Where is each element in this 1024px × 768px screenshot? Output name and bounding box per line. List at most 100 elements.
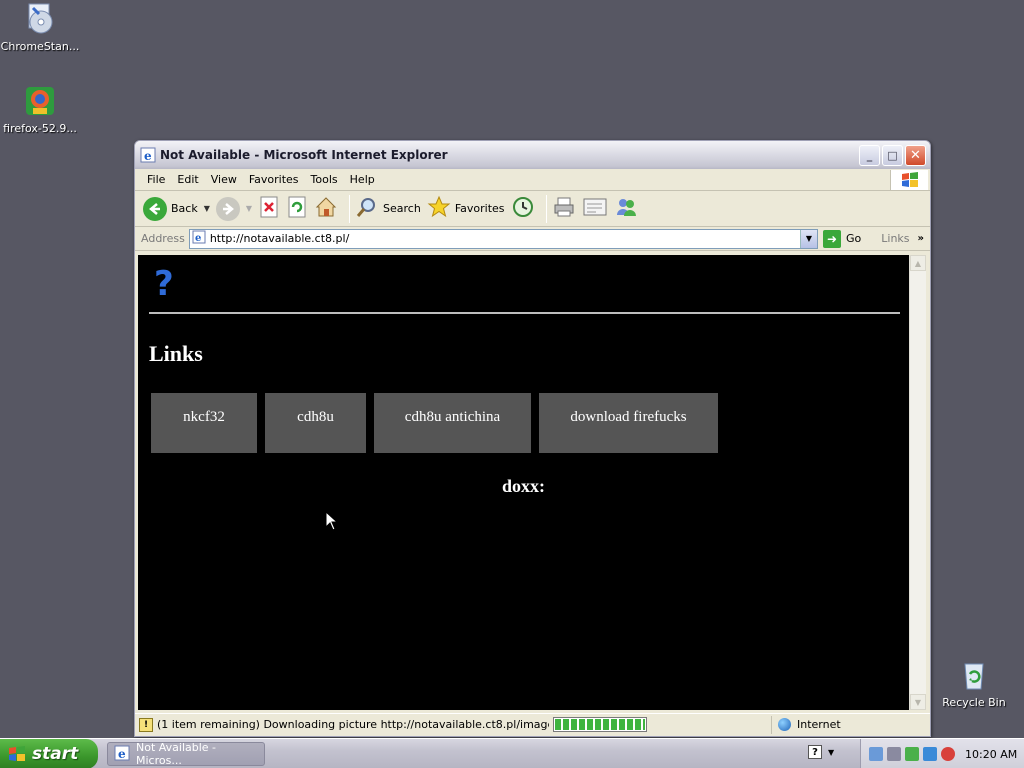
- maximize-icon: □: [887, 148, 898, 162]
- toolbar-separator: [349, 194, 351, 223]
- minimize-button[interactable]: _: [859, 144, 880, 166]
- start-button[interactable]: start: [0, 739, 98, 768]
- stop-button[interactable]: [258, 195, 280, 222]
- print-button[interactable]: [552, 195, 576, 222]
- home-button[interactable]: [314, 195, 338, 222]
- address-dropdown-icon[interactable]: ▼: [800, 229, 817, 248]
- desktop-icon-chromestandalone[interactable]: ChromeStan...: [0, 2, 80, 53]
- status-bar: ! (1 item remaining) Downloading picture…: [135, 713, 930, 735]
- page-viewport: ? Links nkcf32 cdh8u cdh8u antichina dow…: [138, 255, 909, 710]
- horizontal-rule: [149, 312, 900, 314]
- link-button-cdh8u[interactable]: cdh8u: [265, 393, 366, 453]
- maximize-button[interactable]: □: [882, 144, 903, 166]
- desktop-icon-label: Recycle Bin: [942, 696, 1006, 709]
- links-heading: Links: [149, 341, 203, 366]
- close-icon: ✕: [910, 147, 921, 163]
- links-toolbar[interactable]: Links: [881, 232, 909, 245]
- language-bar[interactable]: ? ▼: [808, 745, 834, 759]
- search-button[interactable]: Search: [355, 195, 421, 222]
- zone-label: Internet: [797, 718, 841, 731]
- back-button[interactable]: Back ▼: [143, 196, 210, 221]
- cd-install-icon: [23, 2, 57, 36]
- download-progress-bar: [553, 717, 647, 732]
- messenger-button[interactable]: [614, 195, 638, 222]
- favorites-label: Favorites: [454, 202, 505, 215]
- taskbar: start e Not Available - Micros... ? ▼ 10…: [0, 738, 1024, 768]
- edit-page-icon: [582, 195, 608, 222]
- standard-toolbar: Back ▼ ▼ Search Favorites: [135, 191, 930, 227]
- address-url: http://notavailable.ct8.pl/: [209, 232, 350, 245]
- back-dropdown-icon[interactable]: ▼: [204, 204, 210, 213]
- go-button[interactable]: ➜ Go: [823, 229, 862, 248]
- windows-flag-icon: [8, 745, 26, 763]
- firefox-installer-icon: [23, 84, 57, 118]
- forward-arrow-icon: [215, 196, 240, 221]
- links-chevron-icon[interactable]: »: [918, 233, 924, 244]
- taskbar-item-ie[interactable]: e Not Available - Micros...: [107, 741, 265, 767]
- scroll-down-icon[interactable]: ▼: [910, 694, 926, 710]
- minimize-icon: _: [866, 148, 873, 162]
- warning-icon: !: [139, 717, 153, 732]
- desktop-icon-label: ChromeStan...: [0, 40, 80, 53]
- desktop-icon-recycle-bin[interactable]: Recycle Bin: [934, 658, 1014, 709]
- taskbar-item-label: Not Available - Micros...: [136, 741, 217, 767]
- internet-explorer-icon: e: [114, 745, 130, 764]
- tray-icon[interactable]: [887, 747, 901, 761]
- menu-view[interactable]: View: [205, 171, 243, 188]
- svg-text:e: e: [144, 149, 152, 163]
- ie-window: e Not Available - Microsoft Internet Exp…: [134, 140, 931, 737]
- messenger-people-icon: [614, 195, 638, 222]
- menu-help[interactable]: Help: [344, 171, 381, 188]
- refresh-icon: [286, 195, 308, 222]
- history-button[interactable]: [511, 195, 535, 222]
- refresh-button[interactable]: [286, 195, 308, 222]
- start-label: start: [32, 744, 79, 764]
- address-bar: Address e http://notavailable.ct8.pl/ ▼ …: [135, 227, 930, 251]
- close-button[interactable]: ✕: [905, 144, 926, 166]
- print-icon: [552, 195, 576, 222]
- go-label: Go: [846, 232, 862, 245]
- site-logo-question-icon: ?: [154, 264, 174, 304]
- menu-favorites[interactable]: Favorites: [243, 171, 305, 188]
- scroll-up-icon[interactable]: ▲: [910, 255, 926, 271]
- address-label: Address: [141, 232, 185, 245]
- link-button-row: nkcf32 cdh8u cdh8u antichina download fi…: [151, 393, 726, 453]
- internet-globe-icon: [778, 718, 791, 731]
- doxx-label: doxx:: [502, 476, 546, 496]
- link-button-nkcf32[interactable]: nkcf32: [151, 393, 257, 453]
- menu-tools[interactable]: Tools: [305, 171, 344, 188]
- toolbar-separator: [545, 194, 547, 223]
- stop-icon: [258, 195, 280, 222]
- update-tray-icon[interactable]: [905, 747, 919, 761]
- search-label: Search: [383, 202, 421, 215]
- search-icon: [355, 195, 379, 222]
- link-button-download-firefucks[interactable]: download firefucks: [539, 393, 718, 453]
- back-label: Back: [171, 202, 198, 215]
- title-bar[interactable]: e Not Available - Microsoft Internet Exp…: [135, 141, 930, 169]
- vertical-scrollbar[interactable]: ▲ ▼: [909, 255, 926, 710]
- menu-edit[interactable]: Edit: [171, 171, 204, 188]
- forward-dropdown-icon[interactable]: ▼: [246, 204, 252, 213]
- edit-button[interactable]: [582, 195, 608, 222]
- network-tray-icon[interactable]: [869, 747, 883, 761]
- menu-file[interactable]: File: [141, 171, 171, 188]
- system-tray: 10:20 AM: [860, 739, 1024, 768]
- back-arrow-icon: [143, 196, 167, 221]
- security-shield-tray-icon[interactable]: [941, 747, 955, 761]
- language-bar-chevron-icon[interactable]: ▼: [828, 748, 834, 757]
- forward-button[interactable]: ▼: [215, 196, 252, 221]
- favorites-button[interactable]: Favorites: [427, 195, 505, 222]
- svg-text:e: e: [118, 747, 126, 761]
- link-button-cdh8u-antichina[interactable]: cdh8u antichina: [374, 393, 531, 453]
- windows-logo-icon: [890, 170, 928, 190]
- internet-explorer-icon: e: [140, 147, 156, 163]
- desktop-icon-firefox-installer[interactable]: firefox-52.9...: [0, 84, 80, 135]
- go-arrow-icon: ➜: [823, 229, 841, 248]
- window-title: Not Available - Microsoft Internet Explo…: [160, 148, 448, 162]
- clock[interactable]: 10:20 AM: [965, 748, 1017, 761]
- svg-text:e: e: [195, 233, 201, 244]
- address-input[interactable]: e http://notavailable.ct8.pl/ ▼: [188, 228, 818, 249]
- status-text: (1 item remaining) Downloading picture h…: [157, 718, 549, 731]
- help-icon: ?: [808, 745, 822, 759]
- tray-icon[interactable]: [923, 747, 937, 761]
